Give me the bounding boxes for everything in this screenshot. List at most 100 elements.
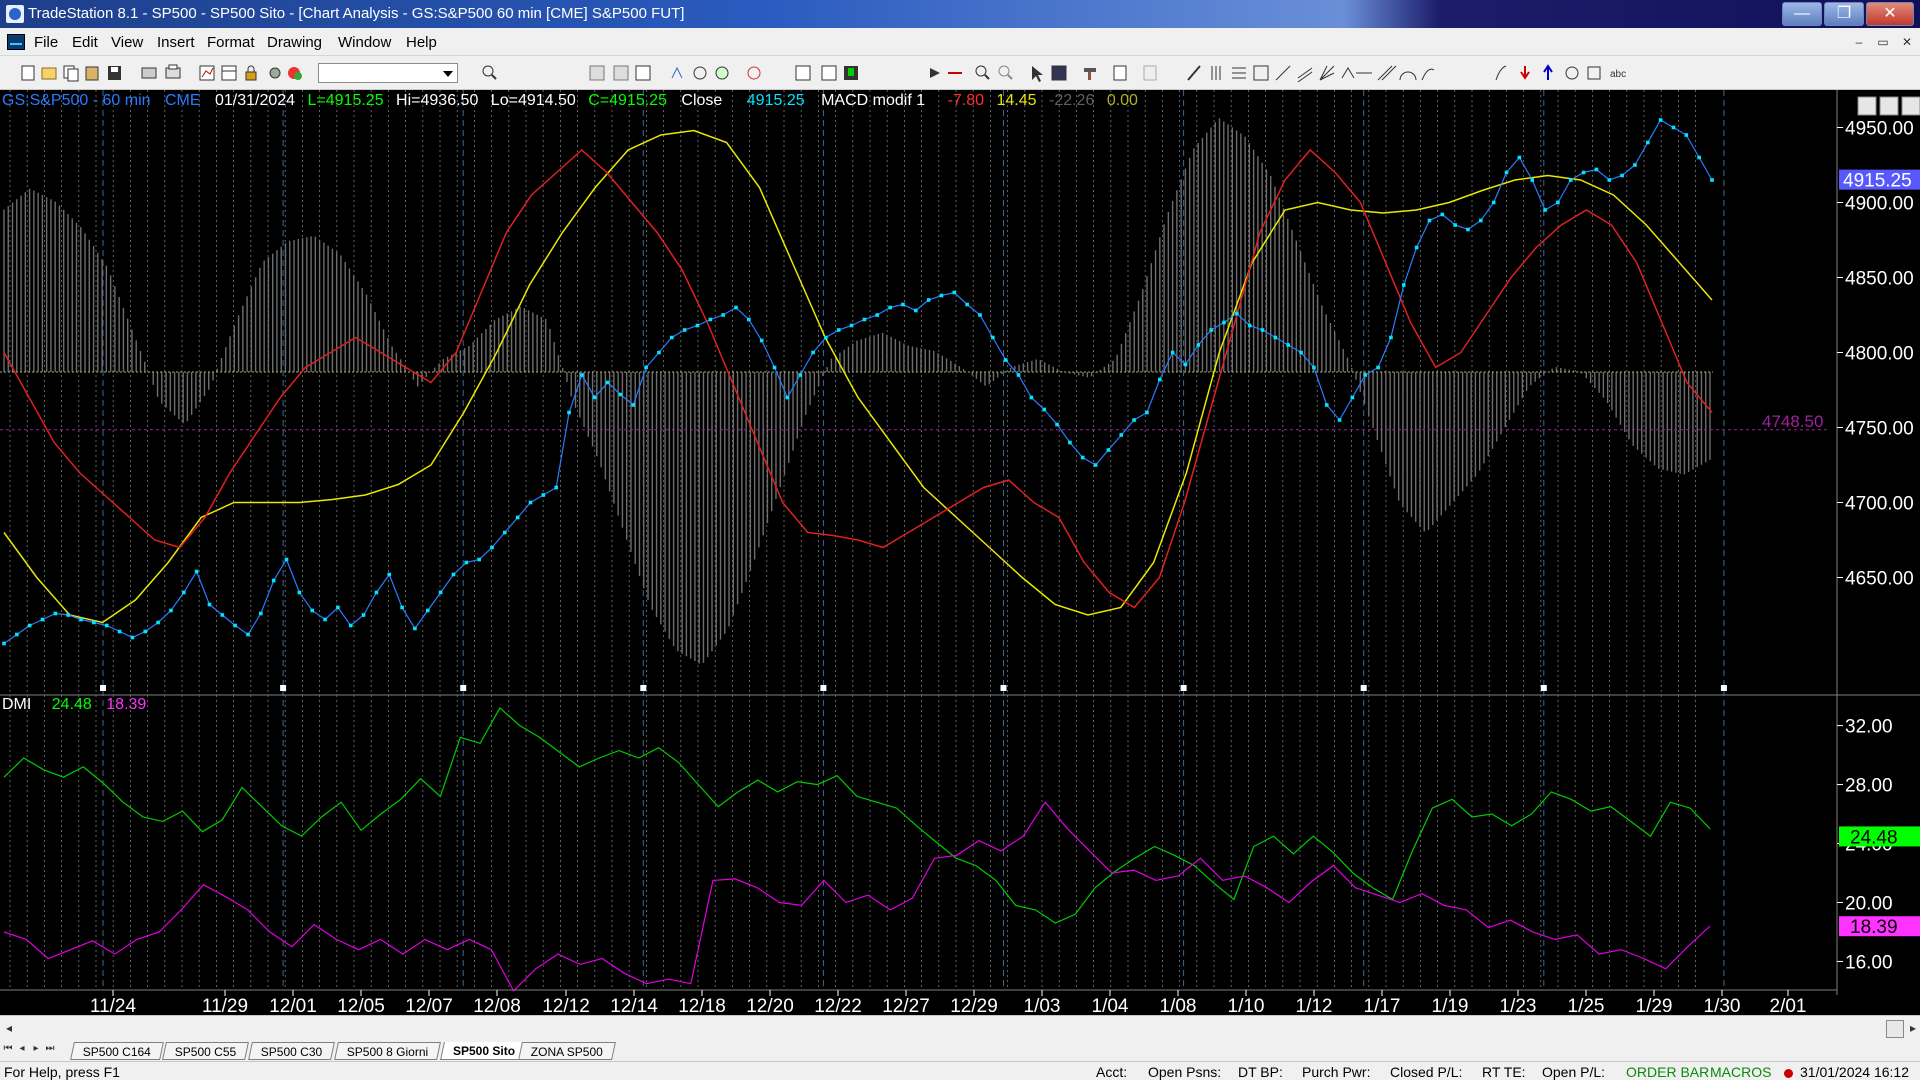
horizontal-scrollbar[interactable]: ◂ ▸ [0,1015,1920,1041]
chart-area[interactable]: GS:S&P500 - 60 min CME 01/31/2024 L=4915… [0,90,1920,1015]
print-icon[interactable] [165,64,181,79]
gann-icon[interactable] [1319,65,1335,81]
save-icon[interactable] [108,66,121,80]
ellipse-icon[interactable] [1565,66,1579,80]
horizontal-lines-icon[interactable] [1232,67,1246,79]
chart-icon[interactable] [199,65,215,81]
print-preview-icon[interactable] [141,67,157,79]
mdi-close-button[interactable]: ✕ [1898,33,1916,51]
tab-sp500-8-giorni[interactable]: SP500 8 Giorni [334,1042,442,1060]
scroll-right-icon[interactable]: ▸ [1910,1021,1916,1035]
pointer-icon[interactable] [1032,66,1043,82]
time-axis-label: 1/25 [1568,996,1605,1015]
parallel-icon[interactable] [1377,65,1397,81]
tab-sp500-sito[interactable]: SP500 Sito [440,1042,528,1060]
window-title-bar[interactable]: TradeStation 8.1 - SP500 - SP500 Sito - … [0,0,1920,28]
price-point [169,608,173,613]
mdi-minimize-button[interactable]: – [1850,33,1868,51]
price-point [1466,227,1470,232]
fibonacci-icon[interactable] [1253,65,1269,81]
price-point [1350,395,1355,400]
tab-first-icon[interactable]: ⏮ [2,1043,14,1057]
color-icon[interactable] [288,67,302,80]
grid-icon[interactable] [589,65,605,81]
cursor-icon[interactable] [930,68,940,78]
open-folder-icon[interactable] [41,67,57,80]
tab-prev-icon[interactable]: ◂ [16,1043,28,1057]
tab-last-icon[interactable]: ⏭ [44,1043,56,1057]
layout-icon[interactable] [635,65,651,81]
tab-next-icon[interactable]: ▸ [30,1043,42,1057]
toolbar-combo-box[interactable] [318,63,458,83]
price-point [1337,418,1342,422]
drawing-tool-icon-1[interactable] [671,66,683,79]
freehand-icon[interactable] [1421,68,1435,81]
window-restore-button[interactable]: ❐ [1824,2,1864,26]
export-icon[interactable] [1113,65,1127,81]
tab-sp500-c55[interactable]: SP500 C55 [162,1042,250,1060]
tools-icon[interactable] [1051,65,1067,81]
arc-icon[interactable] [1399,71,1417,81]
paste-icon[interactable] [85,66,99,81]
price-point [1260,328,1265,332]
arrow-down-icon[interactable] [1520,66,1530,80]
menu-help[interactable]: Help [406,34,437,51]
new-file-icon[interactable] [21,65,35,81]
zoom-out-icon[interactable] [482,65,497,80]
menu-edit[interactable]: Edit [72,34,98,51]
chart-type-icon[interactable] [795,65,811,81]
grid-icon-2[interactable] [613,65,629,81]
panel-minimize-button[interactable] [1857,96,1877,116]
zoom-out-icon-2[interactable] [998,65,1013,80]
price-axis-label: 4800.00 [1845,344,1914,365]
rectangle-icon[interactable] [1587,66,1601,80]
pencil-icon[interactable] [1187,65,1201,81]
copy-icon[interactable] [63,65,79,82]
panel-close-button[interactable] [1901,96,1920,116]
menu-insert[interactable]: Insert [157,34,195,51]
tab-sp500-c164[interactable]: SP500 C164 [70,1042,164,1060]
status-macros[interactable]: MACROS [1710,1064,1771,1080]
price-point [104,623,109,628]
lock-icon[interactable] [245,65,257,81]
chart-document-icon[interactable] [7,34,25,50]
price-point [425,608,430,613]
zoom-in-icon[interactable] [975,65,990,80]
curve-icon[interactable] [1495,65,1507,81]
time-axis-label: 11/29 [202,996,248,1015]
menu-view[interactable]: View [111,34,143,51]
price-point [1003,358,1008,362]
drawing-tool-icon-3[interactable] [715,66,729,80]
disabled-icon[interactable] [1143,65,1157,81]
candle-icon[interactable] [844,66,858,80]
window-close-button[interactable]: ✕ [1866,2,1914,26]
price-point [1645,140,1650,145]
drawing-tool-icon-2[interactable] [693,66,707,80]
header-macd-value-4: 0.00 [1107,92,1138,109]
mdi-restore-button[interactable]: ▭ [1874,33,1892,51]
menu-drawing[interactable]: Drawing [267,34,322,51]
channel-icon[interactable] [1297,67,1313,83]
menu-window[interactable]: Window [338,34,391,51]
tab-sp500-c30[interactable]: SP500 C30 [248,1042,336,1060]
trendline-icon[interactable] [1275,65,1291,81]
scroll-thumb[interactable] [1886,1020,1904,1038]
andrews-icon[interactable] [1341,67,1355,79]
scroll-left-icon[interactable]: ◂ [6,1021,12,1035]
table-icon[interactable] [221,65,237,81]
settings-icon[interactable] [269,67,281,79]
panel-restore-button[interactable] [1879,96,1899,116]
text-icon[interactable]: abc [1610,69,1626,80]
arrow-up-icon[interactable] [1543,64,1553,80]
vertical-lines-icon[interactable] [1211,66,1221,80]
status-order-bar[interactable]: ORDER BAR [1626,1064,1709,1080]
price-point [631,403,636,407]
bar-type-icon[interactable] [821,65,837,81]
hammer-icon[interactable] [1084,68,1096,80]
refresh-icon[interactable] [747,66,761,80]
menu-file[interactable]: File [34,34,58,51]
tab-zona-sp500[interactable]: ZONA SP500 [518,1042,616,1060]
current-price-label: 4915.25 [1843,171,1912,192]
window-minimize-button[interactable]: — [1782,2,1822,26]
menu-format[interactable]: Format [207,34,255,51]
